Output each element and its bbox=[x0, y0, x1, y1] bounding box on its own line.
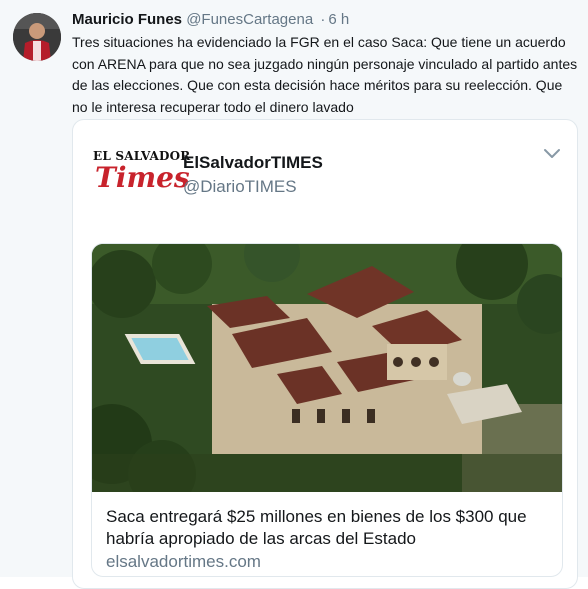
chevron-down-icon[interactable] bbox=[543, 146, 561, 160]
author-name[interactable]: Mauricio Funes bbox=[72, 11, 182, 28]
tweet-header: Mauricio Funes @FunesCartagena · 6 h bbox=[72, 10, 349, 30]
card-account-name[interactable]: ElSalvadorTIMES bbox=[183, 153, 323, 173]
link-domain[interactable]: elsalvadortimes.com bbox=[106, 552, 261, 572]
link-title[interactable]: Saca entregará $25 millones en bienes de… bbox=[106, 506, 550, 550]
card-account-handle[interactable]: @DiarioTIMES bbox=[183, 177, 297, 197]
quoted-tweet-card[interactable]: EL SALVADOR Times ElSalvadorTIMES @Diari… bbox=[72, 119, 578, 589]
tweet-timestamp[interactable]: 6 h bbox=[328, 11, 349, 28]
elsalvadortimes-logo[interactable]: EL SALVADOR Times bbox=[93, 149, 190, 197]
separator-dot: · bbox=[320, 11, 326, 28]
tweet[interactable]: Mauricio Funes @FunesCartagena · 6 h Tres… bbox=[0, 0, 588, 589]
tweet-text: Tres situaciones ha evidenciado la FGR e… bbox=[72, 34, 578, 115]
mansion-aerial-photo bbox=[92, 244, 562, 492]
link-preview[interactable]: Saca entregará $25 millones en bienes de… bbox=[91, 243, 563, 577]
avatar[interactable] bbox=[13, 13, 61, 61]
author-handle[interactable]: @FunesCartagena bbox=[186, 11, 313, 28]
logo-bottom-text: Times bbox=[95, 161, 190, 194]
